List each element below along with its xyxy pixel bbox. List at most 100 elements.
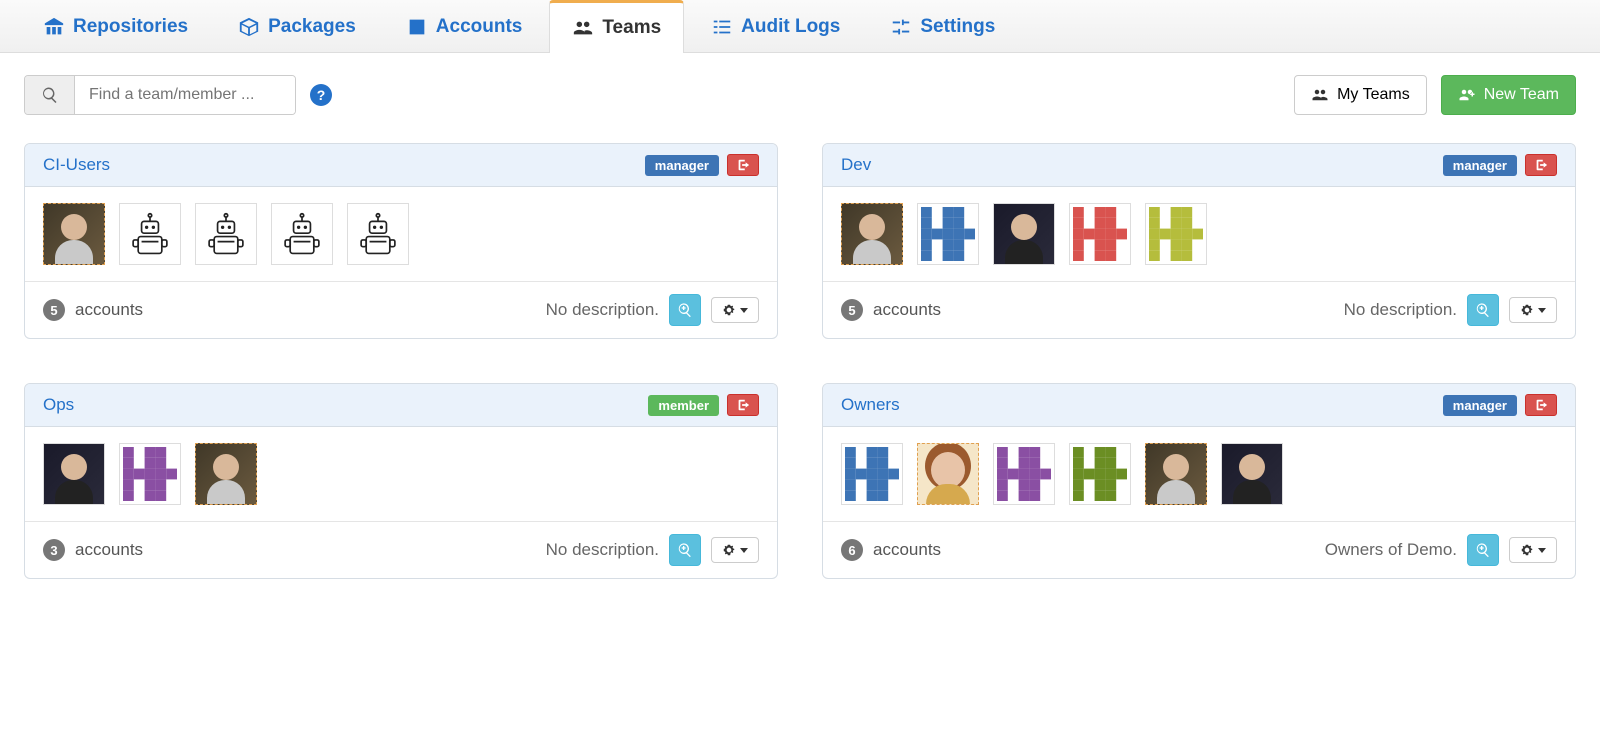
tab-label: Packages: [268, 16, 356, 38]
card-header: Dev manager: [823, 144, 1575, 187]
tab-repositories[interactable]: Repositories: [20, 0, 211, 52]
team-description: No description.: [546, 300, 659, 320]
avatar-robot: [195, 203, 257, 265]
tab-label: Repositories: [73, 16, 188, 38]
teams-grid: CI-Users manager 5 accounts No descripti…: [0, 133, 1600, 609]
tab-teams[interactable]: Teams: [549, 0, 684, 53]
count-badge: 5: [841, 299, 863, 321]
count-badge: 3: [43, 539, 65, 561]
avatar-photo: [43, 203, 105, 265]
button-label: My Teams: [1337, 86, 1410, 104]
card-body: [25, 187, 777, 282]
team-name-link[interactable]: Owners: [841, 395, 900, 415]
team-name-link[interactable]: Dev: [841, 155, 871, 175]
avatar-photo: [993, 203, 1055, 265]
count-badge: 6: [841, 539, 863, 561]
leave-button[interactable]: [727, 394, 759, 416]
card-header: CI-Users manager: [25, 144, 777, 187]
avatar-robot: [271, 203, 333, 265]
card-footer: 6 accounts Owners of Demo.: [823, 522, 1575, 578]
team-card: Owners manager 6 accounts Owners of Demo…: [822, 383, 1576, 579]
zoom-button[interactable]: [1467, 534, 1499, 566]
toolbar: ? My Teams New Team: [0, 53, 1600, 133]
button-label: New Team: [1484, 86, 1559, 104]
team-card: CI-Users manager 5 accounts No descripti…: [24, 143, 778, 339]
settings-dropdown[interactable]: [711, 297, 759, 323]
avatar-identicon: [1069, 443, 1131, 505]
avatar-robot: [347, 203, 409, 265]
accounts-label: accounts: [75, 540, 143, 560]
avatar-photo: [1145, 443, 1207, 505]
accounts-label: accounts: [873, 540, 941, 560]
zoom-button[interactable]: [669, 294, 701, 326]
tab-settings[interactable]: Settings: [867, 0, 1018, 52]
avatar-photo: [1221, 443, 1283, 505]
search-input[interactable]: [75, 76, 295, 114]
card-body: [823, 187, 1575, 282]
tab-bar: Repositories Packages Accounts Teams Aud…: [0, 0, 1600, 53]
team-card: Dev manager 5 accounts No description.: [822, 143, 1576, 339]
zoom-button[interactable]: [669, 534, 701, 566]
avatar-identicon: [993, 443, 1055, 505]
users-icon: [572, 17, 594, 39]
id-icon: [406, 16, 428, 38]
avatar-photo: [841, 203, 903, 265]
team-description: No description.: [1344, 300, 1457, 320]
card-header: Owners manager: [823, 384, 1575, 427]
team-card: Ops member 3 accounts No description.: [24, 383, 778, 579]
list-icon: [711, 16, 733, 38]
tab-packages[interactable]: Packages: [215, 0, 379, 52]
leave-button[interactable]: [1525, 154, 1557, 176]
caret-down-icon: [740, 308, 748, 313]
count-badge: 5: [43, 299, 65, 321]
team-description: Owners of Demo.: [1325, 540, 1457, 560]
role-badge: manager: [1443, 395, 1517, 416]
role-badge: member: [648, 395, 719, 416]
card-body: [823, 427, 1575, 522]
caret-down-icon: [740, 548, 748, 553]
tab-label: Settings: [920, 16, 995, 38]
role-badge: manager: [645, 155, 719, 176]
tab-accounts[interactable]: Accounts: [383, 0, 546, 52]
settings-dropdown[interactable]: [711, 537, 759, 563]
avatar-identicon: [119, 443, 181, 505]
my-teams-button[interactable]: My Teams: [1294, 75, 1427, 115]
sliders-icon: [890, 16, 912, 38]
avatar-photo: [917, 443, 979, 505]
card-footer: 3 accounts No description.: [25, 522, 777, 578]
avatar-identicon: [917, 203, 979, 265]
leave-button[interactable]: [1525, 394, 1557, 416]
accounts-label: accounts: [75, 300, 143, 320]
caret-down-icon: [1538, 548, 1546, 553]
zoom-button[interactable]: [1467, 294, 1499, 326]
warehouse-icon: [43, 16, 65, 38]
search-group: [24, 75, 296, 115]
card-footer: 5 accounts No description.: [823, 282, 1575, 338]
tab-audit-logs[interactable]: Audit Logs: [688, 0, 863, 52]
settings-dropdown[interactable]: [1509, 537, 1557, 563]
avatar-photo: [43, 443, 105, 505]
search-icon: [25, 76, 75, 114]
help-icon[interactable]: ?: [310, 84, 332, 106]
caret-down-icon: [1538, 308, 1546, 313]
card-body: [25, 427, 777, 522]
tab-label: Accounts: [436, 16, 523, 38]
card-footer: 5 accounts No description.: [25, 282, 777, 338]
settings-dropdown[interactable]: [1509, 297, 1557, 323]
tab-label: Teams: [602, 17, 661, 39]
card-header: Ops member: [25, 384, 777, 427]
avatar-identicon: [1069, 203, 1131, 265]
team-description: No description.: [546, 540, 659, 560]
avatar-photo: [195, 443, 257, 505]
new-team-button[interactable]: New Team: [1441, 75, 1576, 115]
role-badge: manager: [1443, 155, 1517, 176]
leave-button[interactable]: [727, 154, 759, 176]
box-icon: [238, 16, 260, 38]
tab-label: Audit Logs: [741, 16, 840, 38]
avatar-identicon: [1145, 203, 1207, 265]
avatar-robot: [119, 203, 181, 265]
avatar-identicon: [841, 443, 903, 505]
accounts-label: accounts: [873, 300, 941, 320]
team-name-link[interactable]: Ops: [43, 395, 74, 415]
team-name-link[interactable]: CI-Users: [43, 155, 110, 175]
